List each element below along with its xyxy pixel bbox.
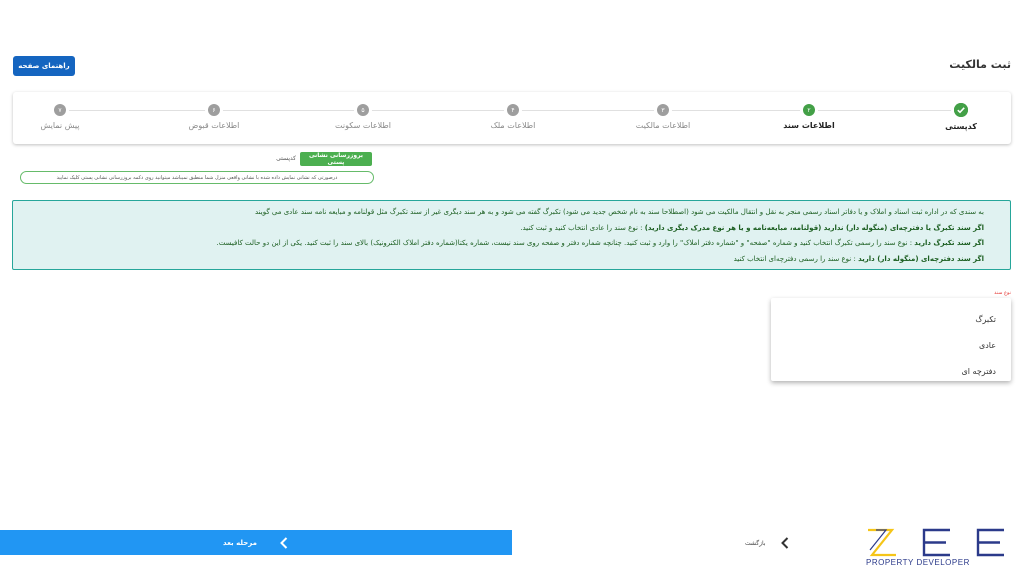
step-number: ۷ (54, 104, 66, 116)
dropdown-option-single-page[interactable]: تکبرگ (771, 306, 1011, 332)
back-label: بازگشت (745, 539, 766, 547)
step-label: اطلاعات ملک (490, 121, 536, 130)
info-item: اگر سند تکبرگ یا دفترچه‌ای (منگوله دار) … (23, 221, 984, 237)
step-label: اطلاعات سکونت (335, 121, 391, 130)
step-number: ۶ (208, 104, 220, 116)
step-ownership-info[interactable]: ۳ اطلاعات مالکیت (603, 92, 723, 144)
help-button[interactable]: راهنمای صفحه (13, 56, 75, 76)
next-step-label: مرحله بعد (223, 538, 257, 547)
step-number: ۳ (657, 104, 669, 116)
page-title: ثبت مالکیت (949, 58, 1011, 71)
step-residence-info[interactable]: ۵ اطلاعات سکونت (303, 92, 423, 144)
info-item: اگر سند تکبرگ دارید : نوع سند را رسمی تک… (23, 236, 984, 252)
chevron-left-icon (780, 537, 788, 549)
back-button[interactable]: بازگشت (745, 534, 795, 552)
info-box: به سندی که در اداره ثبت اسناد و املاک و … (12, 200, 1011, 270)
dropdown-option-ordinary[interactable]: عادی (771, 332, 1011, 358)
step-label: اطلاعات مالکیت (635, 121, 691, 130)
step-number: ۲ (803, 104, 815, 116)
step-document-info[interactable]: ۲ اطلاعات سند (749, 92, 869, 144)
update-postal-address-button[interactable]: بروزرسانی نشانی پستی (300, 152, 372, 166)
postal-code-label: کدپستی (276, 155, 296, 162)
step-label: پیش نمایش (40, 121, 80, 130)
step-property-info[interactable]: ۴ اطلاعات ملک (453, 92, 573, 144)
step-number: ۴ (507, 104, 519, 116)
chevron-left-icon (280, 536, 288, 549)
step-label: اطلاعات سند (783, 121, 835, 130)
step-postal-code[interactable]: کدپستی (901, 92, 1021, 144)
check-icon (954, 103, 968, 117)
step-number: ۵ (357, 104, 369, 116)
next-step-button[interactable]: مرحله بعد (0, 530, 512, 555)
document-type-dropdown[interactable]: تکبرگ عادی دفترچه ای (771, 298, 1011, 381)
step-preview[interactable]: ۷ پیش نمایش (0, 92, 120, 144)
logo-subtitle: PROPERTY DEVELOPER (866, 558, 970, 567)
stepper: کدپستی ۲ اطلاعات سند ۳ اطلاعات مالکیت ۴ … (13, 92, 1011, 144)
info-item: به سندی که در اداره ثبت اسناد و املاک و … (23, 205, 984, 221)
step-label: کدپستی (945, 122, 977, 131)
dropdown-option-booklet[interactable]: دفترچه ای (771, 358, 1011, 384)
document-type-label: نوع سند (994, 290, 1011, 296)
step-label: اطلاعات قبوض (188, 121, 240, 130)
postal-hint: درصورتی که نشانی نمایش داده شده با نشانی… (20, 171, 374, 184)
step-bills-info[interactable]: ۶ اطلاعات قبوض (154, 92, 274, 144)
info-item: اگر سند دفترچه‌ای (منگوله دار) دارید : ن… (23, 252, 984, 268)
